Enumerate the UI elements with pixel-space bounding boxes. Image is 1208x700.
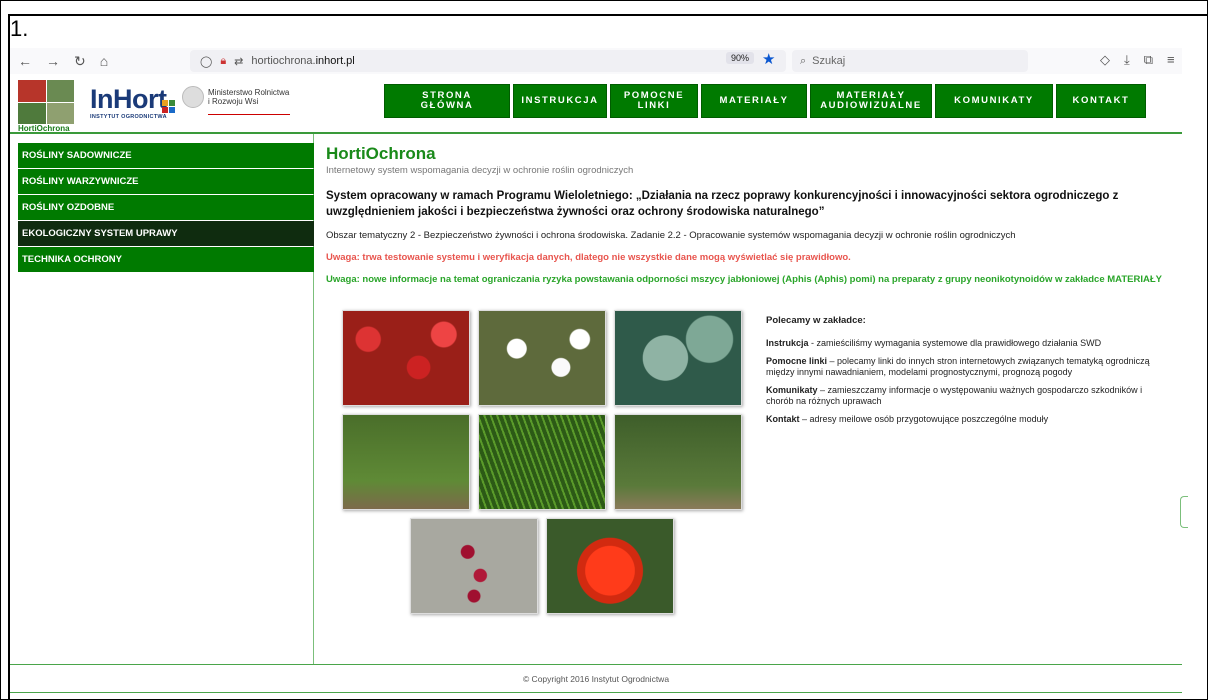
shield-icon[interactable]: ◯ (200, 55, 212, 68)
hortiochrona-logo[interactable] (18, 80, 74, 124)
page-title: HortiOchrona (326, 144, 436, 163)
main-content: HortiOchrona Internetowy system wspomaga… (326, 144, 1182, 285)
frame-top-border (8, 14, 1208, 16)
sidebar-item-rosliny-ozdobne[interactable]: ROŚLINY OZDOBNE (18, 195, 314, 220)
nav-pomocne-linki[interactable]: POMOCNE LINKI (610, 84, 698, 118)
figure-label: 1. (10, 16, 29, 41)
recommend-item: Instrukcja - zamieściliśmy wymagania sys… (766, 337, 1102, 348)
inhort-logo[interactable]: InHort (90, 84, 167, 115)
photo-apples (342, 310, 470, 406)
nav-materialy-audiowizualne[interactable]: MATERIAŁY AUDIOWIZUALNE (810, 84, 932, 118)
browser-toolbar: ← → ↻ ⌂ ◯ 🔒︎ ⇄ hortiochrona.inhort.pl 90… (10, 48, 1182, 74)
home-icon[interactable]: ⌂ (100, 53, 108, 70)
photo-mites (410, 518, 538, 614)
photo-red-rose (546, 518, 674, 614)
photo-ground-cover (614, 414, 742, 510)
photo-horsetail (478, 414, 606, 510)
sidebar-item-rosliny-warzywnicze[interactable]: ROŚLINY WARZYWNICZE (18, 169, 314, 194)
side-scroll-tab[interactable] (1180, 496, 1188, 528)
photo-diseased-leaves (614, 310, 742, 406)
nav-instrukcja[interactable]: INSTRUKCJA (513, 84, 607, 118)
search-icon: ⌕ (800, 54, 807, 67)
nav-strona-glowna[interactable]: STRONA GŁÓWNA (384, 84, 510, 118)
recommend-item: Kontakt – adresy meilowe osób przygotowu… (766, 414, 1049, 424)
recommend-item: Pomocne linki – polecamy linki do innych… (766, 356, 1150, 377)
footer: © Copyright 2016 Instytut Ogrodnictwa (10, 666, 1182, 692)
footer-divider-bottom (10, 692, 1182, 693)
search-bar[interactable]: ⌕ Szukaj (792, 50, 1028, 72)
copyright-text: © Copyright 2016 Instytut Ogrodnictwa (522, 674, 670, 684)
search-placeholder: Szukaj (812, 55, 846, 67)
url-text[interactable]: hortiochrona.inhort.pl (251, 55, 354, 67)
forward-icon[interactable]: → (46, 53, 60, 70)
thematic-area: Obszar tematyczny 2 - Bezpieczeństwo żyw… (326, 230, 1016, 241)
nav-kontakt[interactable]: KONTAKT (1056, 84, 1146, 118)
ministry-underline (208, 114, 290, 115)
lock-icon[interactable]: 🔒︎ (220, 55, 226, 68)
permissions-icon[interactable]: ⇄ (234, 55, 243, 68)
recommend-heading: Polecamy w zakładce: (766, 315, 866, 326)
nav-materialy[interactable]: MATERIAŁY (701, 84, 807, 118)
menu-icon[interactable]: ≡ (1167, 52, 1175, 68)
zoom-badge[interactable]: 90% (726, 52, 755, 64)
testing-warning: Uwaga: trwa testowanie systemu i weryfik… (326, 252, 851, 263)
pocket-icon[interactable]: ◇ (1100, 52, 1110, 68)
ministry-logo[interactable]: Ministerstwo Rolnictwa i Rozwoju Wsi (208, 88, 308, 106)
inhort-logo-squares (162, 100, 175, 113)
page-tagline: Internetowy system wspomagania decyzji w… (326, 165, 634, 176)
eagle-emblem-icon (182, 86, 204, 108)
recommend-panel: Polecamy w zakładce: Instrukcja - zamieś… (766, 315, 1168, 433)
footer-divider-top (10, 664, 1182, 665)
extensions-icon[interactable]: ⧉ (1144, 52, 1153, 68)
sidebar: ROŚLINY SADOWNICZE ROŚLINY WARZYWNICZE R… (10, 134, 314, 664)
inhort-subtitle: INSTYTUT OGRODNICTWA (90, 114, 167, 120)
sidebar-item-ekologiczny-system-uprawy[interactable]: EKOLOGICZNY SYSTEM UPRAWY (18, 221, 314, 246)
site-header: HortiOchrona InHort INSTYTUT OGRODNICTWA… (10, 78, 1182, 134)
aphid-warning: Uwaga: nowe informacje na temat ogranicz… (326, 274, 1162, 285)
reload-icon[interactable]: ↻ (74, 53, 86, 70)
sidebar-item-technika-ochrony[interactable]: TECHNIKA OCHRONY (18, 247, 314, 272)
bookmark-star-icon[interactable]: ★ (762, 50, 775, 68)
url-bar[interactable]: ◯ 🔒︎ ⇄ hortiochrona.inhort.pl (190, 50, 786, 72)
recommend-item: Komunikaty – zamieszczamy informacje o w… (766, 385, 1143, 406)
back-icon[interactable]: ← (18, 53, 32, 70)
photo-weeds (342, 414, 470, 510)
top-navigation: STRONA GŁÓWNA INSTRUKCJA POMOCNE LINKI MAT… (384, 84, 1146, 118)
program-description: System opracowany w ramach Programu Wiel… (326, 190, 1119, 218)
sidebar-item-rosliny-sadownicze[interactable]: ROŚLINY SADOWNICZE (18, 143, 314, 168)
photo-apple-blossom (478, 310, 606, 406)
nav-komunikaty[interactable]: KOMUNIKATY (935, 84, 1053, 118)
download-icon[interactable]: ⤓ (1124, 52, 1130, 68)
